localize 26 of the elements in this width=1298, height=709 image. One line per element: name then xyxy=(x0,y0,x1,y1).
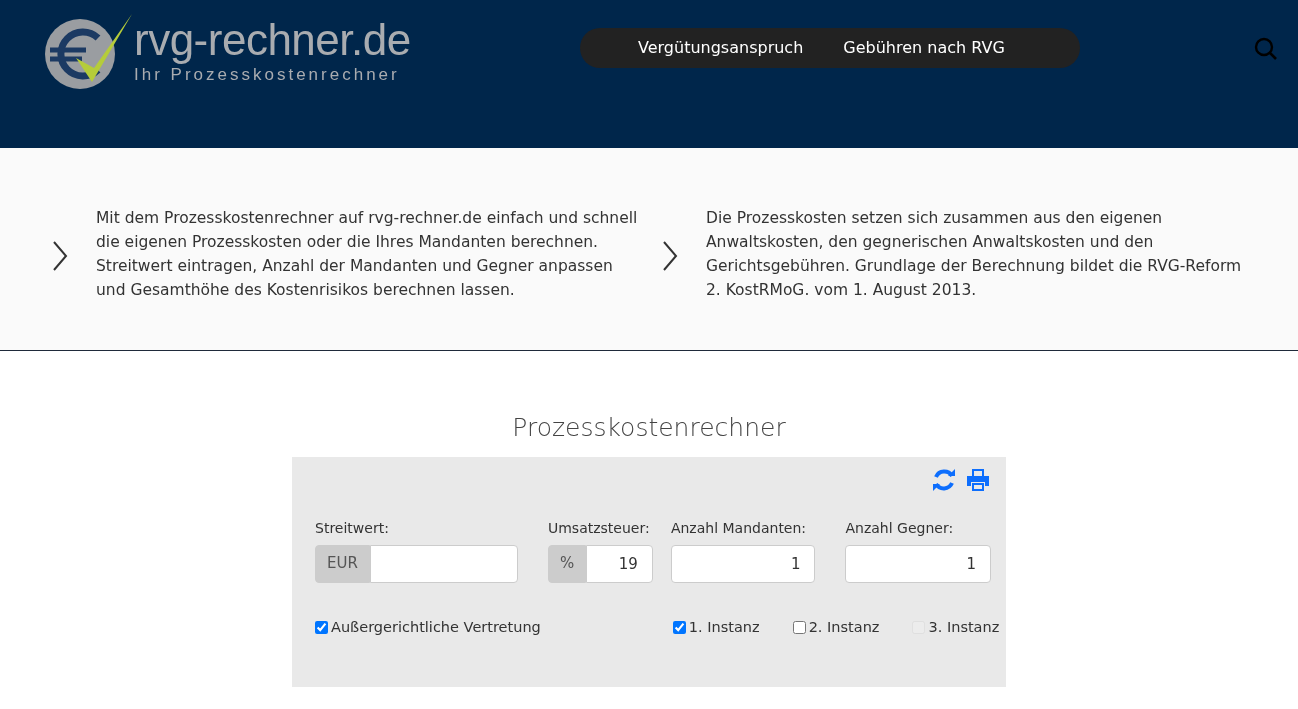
logo-title[interactable]: rvg-rechner.de xyxy=(134,18,411,62)
nav-link[interactable]: Gebühren nach RVG xyxy=(843,36,1005,60)
input-field[interactable]: 1 xyxy=(845,544,991,583)
checkbox-label[interactable]: 1. Instanz xyxy=(688,616,760,639)
input-field[interactable] xyxy=(369,544,518,583)
checkbox[interactable] xyxy=(672,620,686,634)
unit-addon: % xyxy=(547,544,587,583)
printer-icon[interactable] xyxy=(965,466,991,493)
field-label: Umsatzsteuer: xyxy=(547,518,650,538)
checkbox[interactable] xyxy=(792,620,806,634)
checkbox-label[interactable]: Außergerichtliche Vertretung xyxy=(331,616,541,639)
unit-addon: EUR xyxy=(315,544,370,583)
calculator-title: Prozesskostenrechner xyxy=(512,413,786,442)
nav-link[interactable]: Vergütungsanspruch xyxy=(638,36,804,60)
logo-subtitle: Ihr Prozesskostenrechner xyxy=(134,66,401,83)
field-label: Anzahl Mandanten: xyxy=(670,518,807,538)
chevron-right-icon xyxy=(52,240,68,272)
field-label: Streitwert: xyxy=(315,518,389,538)
intro-paragraph: Die Prozesskosten setzen sich zusammen aus den eigenen Anwaltskosten, den gegnerischen Anwaltskosten und den Gerichtsgebühren. Grundlage der Berechnung bildet die RVG-Reform 2. KostRMoG. vom 1. August 2013. xyxy=(706,208,1243,301)
input-field[interactable]: 1 xyxy=(670,544,816,583)
checkbox[interactable] xyxy=(315,620,328,634)
input-field[interactable]: 19 xyxy=(586,544,653,583)
intro-paragraph: Mit dem Prozesskostenrechner auf rvg-rechner.de einfach und schnell die eigenen Prozesskosten oder die Ihres Mandanten berechnen. Streitwert eintragen, Anzahl der Mandanten und Gegner anpassen und Gesamthöhe des Kostenrisikos berechnen lassen. xyxy=(96,208,639,301)
chevron-right-icon xyxy=(662,240,678,272)
checkbox-label[interactable]: 2. Instanz xyxy=(808,616,880,639)
field-label: Anzahl Gegner: xyxy=(845,518,954,538)
